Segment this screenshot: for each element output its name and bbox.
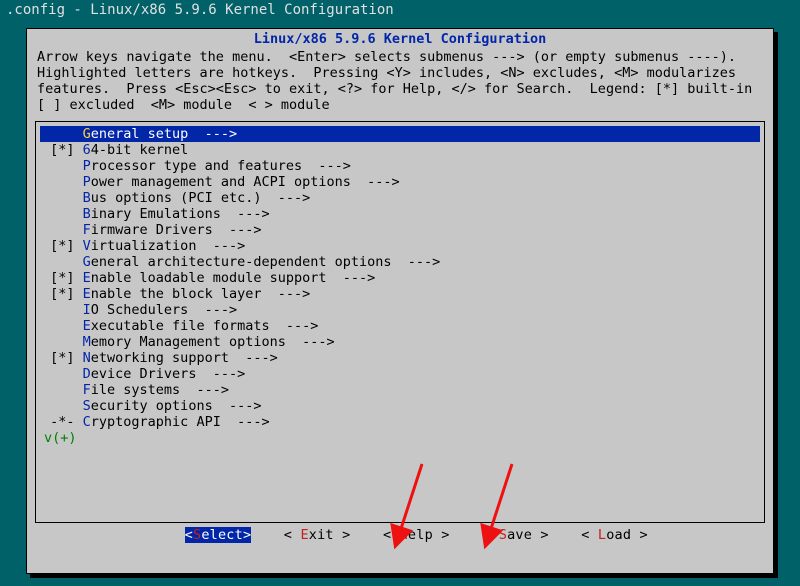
menu-item[interactable]: [*] 64-bit kernel bbox=[40, 142, 760, 158]
menu-hotkey: P bbox=[83, 158, 91, 174]
menu-marker bbox=[42, 126, 83, 142]
menu-marker: [*] bbox=[42, 350, 83, 366]
menu-hotkey: F bbox=[83, 222, 91, 238]
window-titlebar: .config - Linux/x86 5.9.6 Kernel Configu… bbox=[0, 0, 800, 18]
menu-hotkey: F bbox=[83, 382, 91, 398]
menu-item[interactable]: [*] Networking support ---> bbox=[40, 350, 760, 366]
menu-label-rest: eneral architecture-dependent options --… bbox=[91, 254, 441, 270]
menu-item[interactable]: File systems ---> bbox=[40, 382, 760, 398]
menu-label-rest: ryptographic API ---> bbox=[91, 414, 270, 430]
menu-label-rest: irmware Drivers ---> bbox=[91, 222, 262, 238]
menu-marker: [*] bbox=[42, 142, 83, 158]
menu-hotkey: B bbox=[83, 190, 91, 206]
menu-item[interactable]: IO Schedulers ---> bbox=[40, 302, 760, 318]
menu-marker bbox=[42, 366, 83, 382]
menu-label-rest: us options (PCI etc.) ---> bbox=[91, 190, 310, 206]
menu-hotkey: E bbox=[83, 286, 91, 302]
menu-label-rest: evice Drivers ---> bbox=[91, 366, 245, 382]
menu-label-rest: emory Management options ---> bbox=[91, 334, 335, 350]
menu-marker bbox=[42, 254, 83, 270]
menu-label-rest: nable the block layer ---> bbox=[91, 286, 310, 302]
menu-item[interactable]: Device Drivers ---> bbox=[40, 366, 760, 382]
menu-item[interactable]: [*] Enable loadable module support ---> bbox=[40, 270, 760, 286]
menu-hotkey: E bbox=[83, 270, 91, 286]
config-frame: Linux/x86 5.9.6 Kernel Configuration Arr… bbox=[26, 28, 774, 574]
menu-label-rest: xecutable file formats ---> bbox=[91, 318, 319, 334]
menu-hotkey: B bbox=[83, 206, 91, 222]
save-button[interactable]: < Save > bbox=[482, 527, 549, 543]
menu-marker bbox=[42, 206, 83, 222]
box-title: Linux/x86 5.9.6 Kernel Configuration bbox=[27, 29, 773, 47]
menu-marker: [*] bbox=[42, 238, 83, 254]
menu-item[interactable]: Processor type and features ---> bbox=[40, 158, 760, 174]
menu-label-rest: 4-bit kernel bbox=[91, 142, 189, 158]
help-button[interactable]: < Help > bbox=[383, 527, 450, 543]
exit-button[interactable]: < Exit > bbox=[284, 527, 351, 543]
menu-label-rest: nable loadable module support ---> bbox=[91, 270, 375, 286]
menu-hotkey: E bbox=[83, 318, 91, 334]
menu-marker: -*- bbox=[42, 414, 83, 430]
window-title: .config - Linux/x86 5.9.6 Kernel Configu… bbox=[6, 2, 394, 18]
menu-item[interactable]: Executable file formats ---> bbox=[40, 318, 760, 334]
menu-marker: [*] bbox=[42, 286, 83, 302]
menu-item[interactable]: Firmware Drivers ---> bbox=[40, 222, 760, 238]
menu-marker bbox=[42, 318, 83, 334]
menu-hotkey: G bbox=[83, 126, 91, 142]
menu-hotkey: C bbox=[83, 414, 91, 430]
menu-item[interactable]: Memory Management options ---> bbox=[40, 334, 760, 350]
help-text: Arrow keys navigate the menu. <Enter> se… bbox=[27, 47, 773, 115]
menu-hotkey: M bbox=[83, 334, 91, 350]
menu-marker bbox=[42, 190, 83, 206]
menu-marker bbox=[42, 158, 83, 174]
menu-item[interactable]: General architecture-dependent options -… bbox=[40, 254, 760, 270]
menu-hotkey: I bbox=[83, 302, 91, 318]
menu-label-rest: rocessor type and features ---> bbox=[91, 158, 351, 174]
menu-marker: [*] bbox=[42, 270, 83, 286]
menu-item[interactable]: -*- Cryptographic API ---> bbox=[40, 414, 760, 430]
menu-item[interactable]: [*] Virtualization ---> bbox=[40, 238, 760, 254]
menu-hotkey: V bbox=[83, 238, 91, 254]
menu-box: General setup ---> [*] 64-bit kernel Pro… bbox=[35, 121, 765, 523]
menu-marker bbox=[42, 222, 83, 238]
menu-item[interactable]: [*] Enable the block layer ---> bbox=[40, 286, 760, 302]
menu-label-rest: etworking support ---> bbox=[91, 350, 278, 366]
menu-marker bbox=[42, 334, 83, 350]
menu-marker bbox=[42, 398, 83, 414]
menu-marker bbox=[42, 302, 83, 318]
menu-label-rest: ile systems ---> bbox=[91, 382, 229, 398]
menu-item[interactable]: Bus options (PCI etc.) ---> bbox=[40, 190, 760, 206]
menu-marker bbox=[42, 174, 83, 190]
load-button[interactable]: < Load > bbox=[581, 527, 648, 543]
select-button[interactable]: <Select> bbox=[185, 527, 252, 543]
menu-label-rest: ower management and ACPI options ---> bbox=[91, 174, 400, 190]
menu-label-rest: eneral setup ---> bbox=[91, 126, 237, 142]
button-row: <Select> < Exit > < Help > < Save > < Lo… bbox=[27, 511, 773, 559]
menu-hotkey: P bbox=[83, 174, 91, 190]
menu-item[interactable]: General setup ---> bbox=[40, 126, 760, 142]
menu-marker bbox=[42, 382, 83, 398]
menu-hotkey: 6 bbox=[83, 142, 91, 158]
menu-hotkey: N bbox=[83, 350, 91, 366]
menu-label-rest: ecurity options ---> bbox=[91, 398, 262, 414]
menu-item[interactable]: Binary Emulations ---> bbox=[40, 206, 760, 222]
menu-hotkey: D bbox=[83, 366, 91, 382]
menu-hotkey: S bbox=[83, 398, 91, 414]
menu-item[interactable]: Security options ---> bbox=[40, 398, 760, 414]
menu-label-rest: inary Emulations ---> bbox=[91, 206, 270, 222]
menu-hotkey: G bbox=[83, 254, 91, 270]
menu-label-rest: O Schedulers ---> bbox=[91, 302, 237, 318]
menu-label-rest: irtualization ---> bbox=[91, 238, 245, 254]
menu-item[interactable]: Power management and ACPI options ---> bbox=[40, 174, 760, 190]
more-indicator: v(+) bbox=[40, 430, 77, 446]
